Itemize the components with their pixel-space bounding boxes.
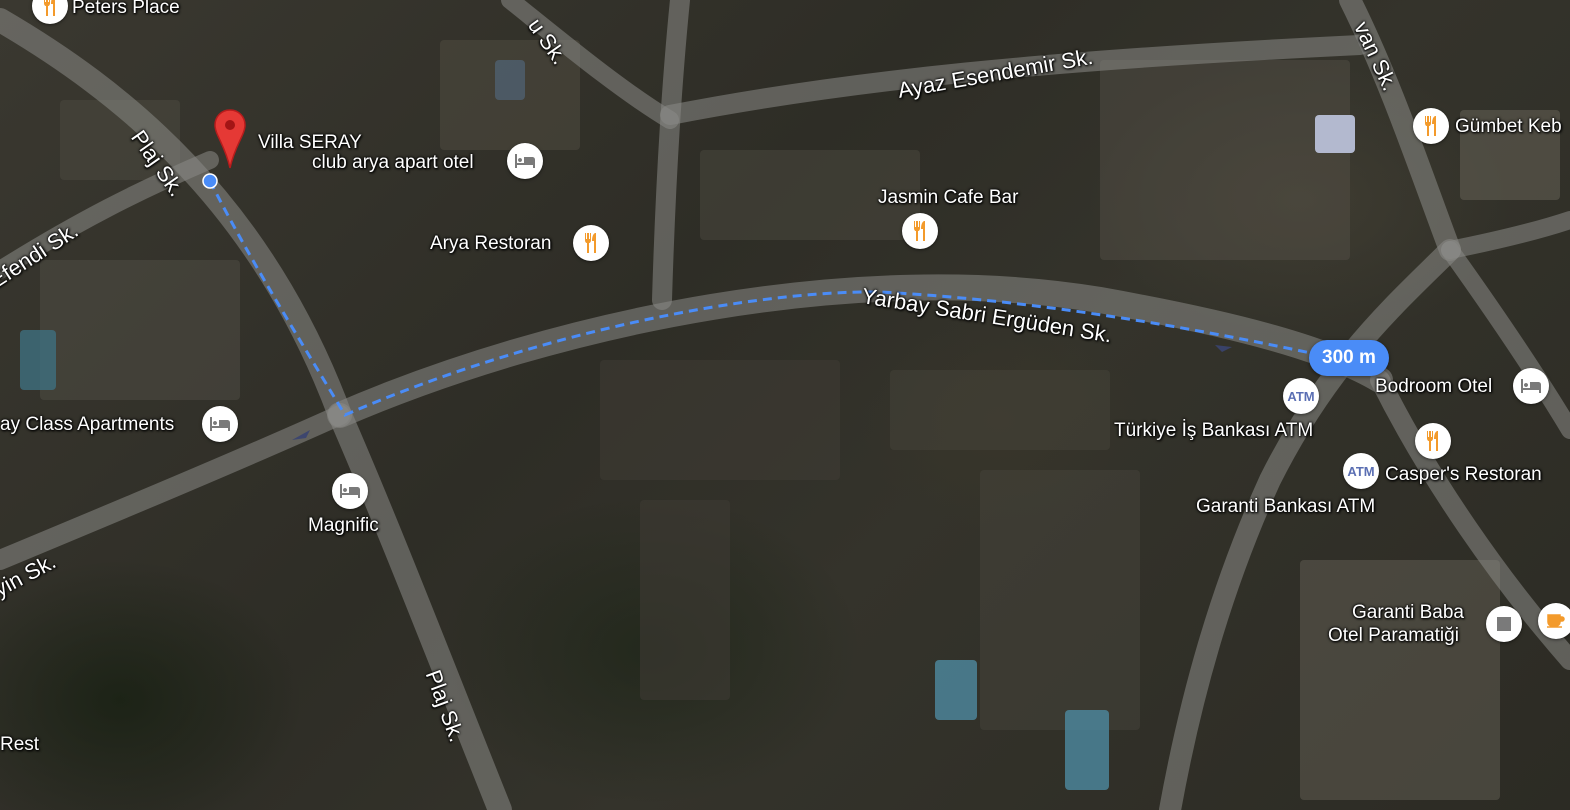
place-label-garanti-baba-2[interactable]: Otel Paramatiği	[1328, 626, 1459, 645]
fork-knife-icon[interactable]	[1413, 108, 1449, 144]
bed-icon[interactable]	[332, 473, 368, 509]
place-label-arya-restoran[interactable]: Arya Restoran	[430, 234, 551, 253]
cup-icon[interactable]	[1538, 603, 1570, 639]
place-label-bodroom[interactable]: Bodroom Otel	[1375, 377, 1492, 396]
place-label-class-apartments[interactable]: ay Class Apartments	[0, 415, 174, 434]
square-icon[interactable]	[1486, 606, 1522, 642]
bed-icon[interactable]	[1513, 368, 1549, 404]
bed-icon[interactable]	[202, 406, 238, 442]
place-label-caspers[interactable]: Casper's Restoran	[1385, 465, 1542, 484]
map-canvas[interactable]: Plaj Sk. Plaj Sk. Efendi Sk. Ayaz Esende…	[0, 0, 1570, 810]
place-label-jasmin[interactable]: Jasmin Cafe Bar	[878, 188, 1018, 207]
place-label-club-arya[interactable]: club arya apart otel	[312, 153, 474, 172]
atm-icon[interactable]: ATM	[1283, 378, 1319, 414]
place-label-garanti-atm[interactable]: Garanti Bankası ATM	[1196, 497, 1375, 516]
route-distance-badge[interactable]: 300 m	[1309, 340, 1389, 376]
fork-knife-icon[interactable]	[902, 213, 938, 249]
fork-knife-icon[interactable]	[573, 225, 609, 261]
place-label-turkiye-atm[interactable]: Türkiye İş Bankası ATM	[1114, 421, 1313, 440]
place-label-gumbet[interactable]: Gümbet Keb	[1455, 117, 1562, 136]
bed-icon[interactable]	[507, 143, 543, 179]
atm-icon[interactable]: ATM	[1343, 453, 1379, 489]
fork-knife-icon[interactable]	[1415, 423, 1451, 459]
place-label-peters[interactable]: Peters Place	[72, 0, 180, 17]
route-start-dot[interactable]	[202, 173, 218, 189]
place-label-magnific[interactable]: Magnific	[308, 516, 379, 535]
place-label-rest[interactable]: Rest	[0, 735, 39, 754]
place-label-garanti-baba[interactable]: Garanti Baba	[1352, 603, 1464, 622]
red-pin-icon[interactable]	[213, 108, 247, 170]
place-label-villa[interactable]: Villa SERAY	[258, 133, 362, 152]
